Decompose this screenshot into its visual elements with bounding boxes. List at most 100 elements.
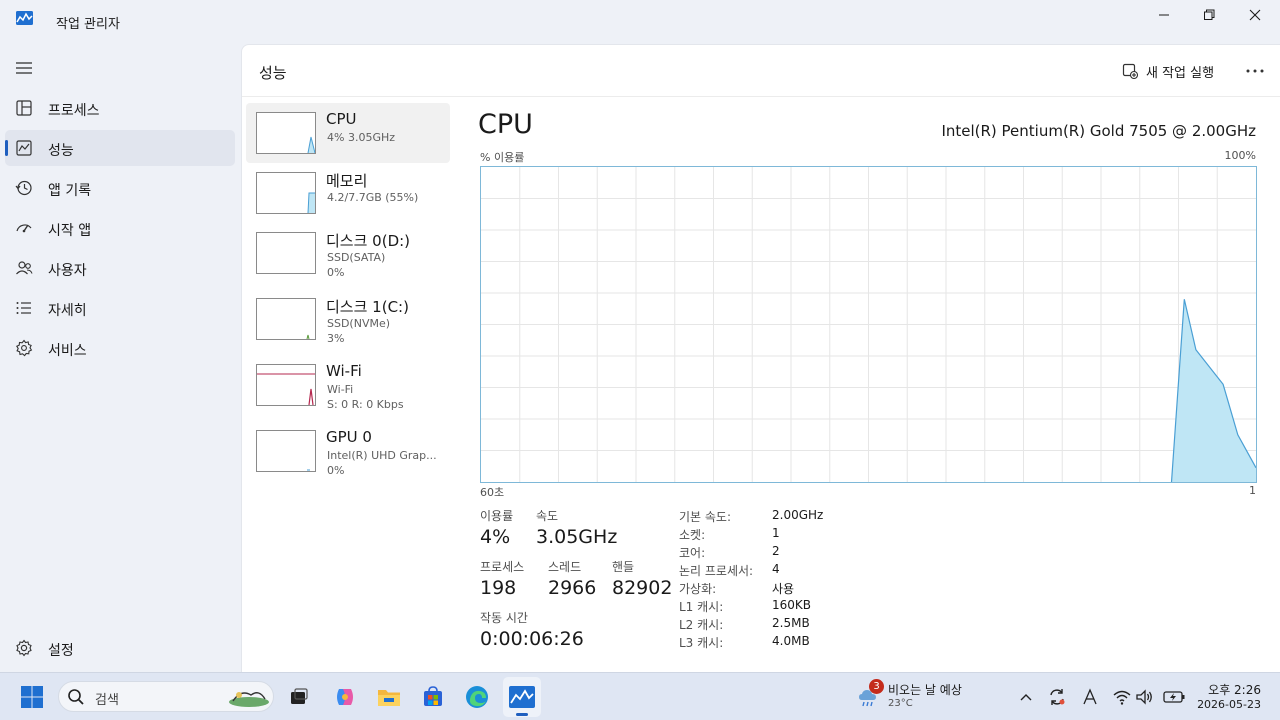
hamburger-menu-icon[interactable] — [14, 60, 34, 76]
speed-label: 속도 — [536, 509, 559, 523]
device-detail: 0% — [327, 266, 345, 279]
threads-label: 스레드 — [548, 560, 582, 574]
task-view-icon — [291, 688, 308, 704]
search-highlight-icon — [229, 692, 269, 707]
device-detail: 4% 3.05GHz — [327, 131, 396, 144]
device-item-disk-1[interactable]: 디스크 1(C:) SSD(NVMe) 3% — [246, 289, 450, 349]
clock-date[interactable]: 2026-05-23 — [1197, 698, 1261, 711]
file-explorer-button[interactable] — [373, 681, 405, 713]
weather-label[interactable]: 비오는 날 예상 — [888, 681, 962, 698]
grid-icon — [16, 100, 32, 116]
handles-value: 82902 — [612, 577, 673, 599]
device-name: 디스크 1(C:) — [326, 298, 409, 316]
device-item-disk-0[interactable]: 디스크 0(D:) SSD(SATA) 0% — [246, 223, 450, 283]
task-manager-taskbar-button[interactable] — [503, 677, 541, 717]
store-icon — [424, 686, 442, 706]
restore-icon — [1204, 9, 1215, 20]
sidebar-item-label: 시작 앱 — [48, 223, 92, 239]
sidebar-item-startup-apps[interactable]: 시작 앱 — [5, 210, 235, 246]
close-button[interactable] — [1232, 0, 1278, 30]
folder-icon — [378, 690, 400, 706]
device-detail: SSD(NVMe) — [327, 317, 391, 330]
task-view-button[interactable] — [283, 681, 315, 713]
run-new-task-button[interactable]: 새 작업 실행 — [1122, 61, 1214, 81]
usage-label: 이용률 — [480, 509, 514, 523]
clock-time[interactable]: 오후 2:26 — [1208, 681, 1261, 698]
start-button[interactable] — [16, 681, 48, 713]
disk-1-thumbnail-graph — [256, 298, 316, 340]
sidebar-item-users[interactable]: 사용자 — [5, 250, 235, 286]
sidebar-item-app-history[interactable]: 앱 기록 — [5, 170, 235, 206]
spec-label: 논리 프로세서: — [679, 564, 754, 578]
memory-mini-graph — [307, 192, 315, 213]
device-detail: 0% — [327, 464, 345, 477]
wifi-icon[interactable] — [1112, 687, 1132, 707]
microsoft-store-button[interactable] — [417, 681, 449, 713]
edge-icon — [466, 686, 488, 708]
spec-value: 160KB — [772, 598, 812, 612]
new-task-icon — [1122, 63, 1138, 79]
device-item-wifi[interactable]: Wi-Fi Wi-Fi S: 0 R: 0 Kbps — [246, 355, 450, 415]
wifi-thumbnail-graph — [256, 364, 316, 406]
cpu-model: Intel(R) Pentium(R) Gold 7505 @ 2.00GHz — [941, 122, 1256, 140]
search-icon — [68, 689, 84, 705]
device-item-gpu-0[interactable]: GPU 0 Intel(R) UHD Grap... 0% — [246, 421, 450, 481]
maximize-button[interactable] — [1186, 0, 1232, 30]
cpu-mini-graph — [307, 136, 315, 153]
show-hidden-icons-chevron-up-icon[interactable] — [1016, 687, 1036, 707]
sidebar-item-label: 서비스 — [48, 343, 87, 359]
spec-value: 2.00GHz — [772, 508, 824, 522]
sidebar: 프로세스 성능 앱 기록 시작 앱 사용자 자세히 서비스 설정 — [0, 44, 241, 672]
copilot-button[interactable] — [329, 681, 361, 713]
sidebar-item-settings[interactable]: 설정 — [5, 630, 235, 666]
run-new-task-label: 새 작업 실행 — [1146, 65, 1215, 81]
spec-value: 4.0MB — [772, 634, 810, 648]
task-manager-app-icon — [16, 11, 33, 25]
spec-label: 가상화: — [679, 582, 717, 596]
spec-value: 2.5MB — [772, 616, 810, 630]
device-item-memory[interactable]: 메모리 4.2/7.7GB (55%) — [246, 163, 450, 223]
device-name: Wi-Fi — [326, 362, 362, 380]
sidebar-item-processes[interactable]: 프로세스 — [5, 90, 235, 126]
processes-value: 198 — [480, 577, 517, 599]
device-detail: 3% — [327, 332, 345, 345]
spec-label: 소켓: — [679, 528, 706, 542]
windows-logo-icon — [21, 686, 43, 708]
device-item-cpu[interactable]: CPU 4% 3.05GHz — [246, 103, 450, 163]
device-name: 메모리 — [326, 172, 368, 190]
device-detail: 4.2/7.7GB (55%) — [327, 191, 419, 204]
minimize-button[interactable] — [1141, 0, 1187, 30]
copilot-icon — [337, 689, 353, 705]
sidebar-item-label: 자세히 — [48, 303, 87, 319]
sidebar-item-label: 성능 — [48, 143, 74, 159]
spec-value: 1 — [772, 526, 780, 540]
sidebar-item-details[interactable]: 자세히 — [5, 290, 235, 326]
gpu-0-thumbnail-graph — [256, 430, 316, 472]
spec-value: 4 — [772, 562, 780, 576]
more-options-icon[interactable] — [1243, 61, 1267, 81]
search-placeholder: 검색 — [95, 693, 119, 708]
taskbar-search[interactable]: 검색 — [58, 681, 274, 712]
spec-label: 기본 속도: — [679, 510, 732, 524]
cpu-usage-graph-svg — [481, 167, 1257, 483]
sidebar-item-performance[interactable]: 성능 — [5, 130, 235, 166]
battery-charging-icon[interactable] — [1162, 687, 1186, 707]
weather-notification-badge: 3 — [869, 679, 884, 694]
device-detail: Intel(R) UHD Grap... — [327, 449, 437, 462]
close-icon — [1249, 9, 1261, 21]
uptime-value: 0:00:06:26 — [480, 628, 584, 650]
device-detail: Wi-Fi — [327, 383, 354, 396]
services-icon — [16, 339, 33, 357]
edge-browser-button[interactable] — [461, 681, 493, 713]
volume-icon[interactable] — [1134, 687, 1154, 707]
taskbar: 검색 3 비오는 날 예상 23°C 오후 2:26 2026-05-23 — [0, 672, 1280, 720]
device-detail: SSD(SATA) — [327, 251, 386, 264]
startup-icon — [16, 224, 32, 233]
task-manager-icon — [509, 686, 535, 708]
input-method-icon[interactable] — [1080, 687, 1100, 707]
sidebar-item-services[interactable]: 서비스 — [5, 330, 235, 366]
sync-icon[interactable] — [1047, 687, 1067, 707]
sidebar-item-label: 앱 기록 — [48, 183, 92, 199]
performance-panel: 성능 새 작업 실행 CPU 4% 3.05GHz 메모리 4.2/7.7GB … — [241, 44, 1280, 672]
history-icon — [15, 180, 32, 196]
